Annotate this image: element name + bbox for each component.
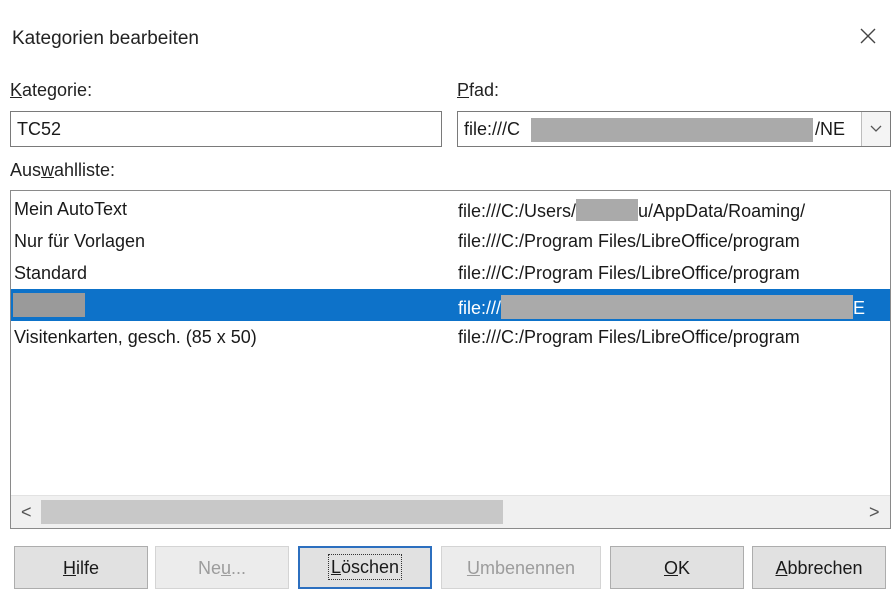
list-item[interactable]: Nur für Vorlagen file:///C:/Program File…: [11, 225, 890, 257]
loeschen-button[interactable]: Löschen: [298, 546, 432, 589]
pfad-combobox[interactable]: file:///C /NE: [457, 111, 891, 147]
pfad-dropdown-button[interactable]: [861, 112, 890, 146]
umbenennen-button[interactable]: Umbenennen: [441, 546, 601, 589]
redacted-block: [13, 293, 85, 317]
list-item[interactable]: Standard file:///C:/Program Files/LibreO…: [11, 257, 890, 289]
pfad-label: Pfad:: [457, 80, 500, 100]
close-icon[interactable]: [856, 24, 880, 48]
kategorie-input[interactable]: TC52: [10, 111, 442, 147]
list-item-selected[interactable]: file:///E: [11, 289, 890, 321]
auswahlliste-label: Auswahlliste:: [10, 160, 116, 180]
dialog-title: Kategorien bearbeiten: [12, 28, 199, 49]
ok-button[interactable]: OK: [610, 546, 744, 589]
kategorie-label: Kategorie:: [10, 80, 93, 100]
scroll-right-icon[interactable]: >: [869, 502, 880, 523]
scroll-left-icon[interactable]: <: [21, 502, 32, 523]
redacted-block: [576, 199, 639, 221]
neu-button[interactable]: Neu...: [155, 546, 289, 589]
auswahlliste[interactable]: Mein AutoText file:///C:/Users/u/AppData…: [10, 190, 891, 529]
list-item[interactable]: Mein AutoText file:///C:/Users/u/AppData…: [11, 193, 890, 225]
scrollbar-thumb[interactable]: [41, 500, 503, 524]
horizontal-scrollbar[interactable]: < >: [11, 495, 890, 528]
redacted-block: [501, 295, 854, 319]
redacted-block: [531, 118, 813, 142]
list-item[interactable]: Visitenkarten, gesch. (85 x 50) file:///…: [11, 321, 890, 353]
hilfe-button[interactable]: Hilfe: [14, 546, 148, 589]
abbrechen-button[interactable]: Abbrechen: [752, 546, 886, 589]
chevron-down-icon: [870, 125, 882, 132]
